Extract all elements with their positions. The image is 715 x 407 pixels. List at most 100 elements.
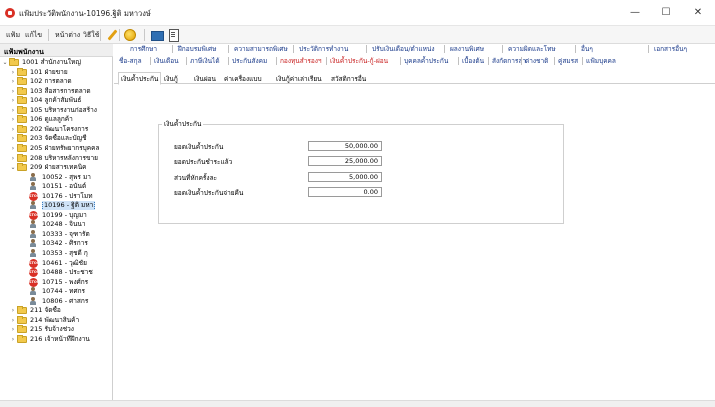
tab-row1-item[interactable]: ความสามารถพิเศษ xyxy=(234,44,288,54)
tab-row1-item[interactable]: ประวัติการทำงาน xyxy=(299,44,348,54)
tree-node[interactable]: › 216 เจ้าหน้าที่ฝึกงาน xyxy=(0,334,113,344)
chevron-right-icon[interactable]: › xyxy=(10,68,16,77)
tab-row1-item[interactable]: ฝึกอบรมพิเศษ xyxy=(178,44,216,54)
tree-node[interactable]: › 102 การตลาด xyxy=(0,77,113,86)
subtab-item[interactable]: สวัสดิการอื่น xyxy=(329,73,368,84)
folder-icon xyxy=(17,306,27,315)
tab-row2-item[interactable]: เงินค้ำประกัน-กู้-ผ่อน xyxy=(330,56,388,66)
chevron-right-icon[interactable]: › xyxy=(10,134,16,143)
tab-row1-item[interactable]: เอกสารอื่นๆ xyxy=(654,44,687,54)
tree-node[interactable]: › 103 สื่อสารการตลาด xyxy=(0,86,113,96)
tree-node[interactable]: STOP 10461 - วุฒิชัย xyxy=(0,258,113,268)
chevron-right-icon[interactable]: › xyxy=(10,144,16,153)
tree-node[interactable]: STOP 10488 - ประชาช xyxy=(0,268,113,278)
chevron-down-icon[interactable]: ⌄ xyxy=(2,58,8,67)
tree-node[interactable]: › 208 บริหารหลังการขาย xyxy=(0,153,113,163)
tree-node[interactable]: ⌄ 1001 สำนักงานใหญ่ xyxy=(0,58,113,67)
edit-pencil-icon[interactable] xyxy=(106,29,118,41)
subtab-item[interactable]: ค่าเครื่องแบบ xyxy=(222,73,264,84)
subtab-item[interactable]: เงินกู้ค่าเล่าเรียน xyxy=(274,73,324,84)
tree-node[interactable]: › 205 ฝ่ายทรัพยากรบุคคล xyxy=(0,143,113,153)
menu-window[interactable]: หน้าต่าง xyxy=(55,30,80,41)
minimize-button[interactable]: — xyxy=(624,4,646,22)
tab-row1-item[interactable]: การศึกษา xyxy=(130,44,157,54)
maximize-button[interactable]: ☐ xyxy=(655,4,677,22)
tab-row2-item[interactable]: ภาษีเงินได้ xyxy=(190,56,220,66)
tree-node[interactable]: › 214 พัฒนาสินค้า xyxy=(0,315,113,325)
guarantee-amount-field[interactable]: 50,000.00 xyxy=(308,141,382,151)
guarantee-amount-label: ยอดเงินค้ำประกัน xyxy=(174,143,224,151)
menu-file[interactable]: แฟ้ม xyxy=(6,30,20,41)
tab-row1-item[interactable]: ความผิดและโทษ xyxy=(508,44,556,54)
tab-row2-item[interactable]: กองทุนสำรองฯ xyxy=(280,56,322,66)
person-icon xyxy=(29,201,37,210)
tree-node[interactable]: 10342 - ศิรการ xyxy=(0,239,113,248)
chevron-right-icon[interactable]: › xyxy=(10,316,16,325)
guarantee-paid-field[interactable]: 25,000.00 xyxy=(308,156,382,166)
tree-node[interactable]: › 203 จัดซื้อและบัญชี xyxy=(0,134,113,143)
tree-node[interactable]: 10333 - จุฑารัต xyxy=(0,229,113,239)
tab-row1-item[interactable]: ปรับเงินเดือน/ตำแหน่ง xyxy=(372,44,435,54)
person-icon xyxy=(29,172,37,182)
tree-node[interactable]: › 211 จัดซื้อ xyxy=(0,306,113,315)
tree-node[interactable]: STOP 10199 - บุญมา xyxy=(0,210,113,220)
monitor-icon[interactable] xyxy=(151,29,164,41)
tree-node[interactable]: ⌄ 209 ฝ่ายสารเทคนิค xyxy=(0,163,113,172)
subtab-item[interactable]: เงินค้ำประกัน xyxy=(118,72,162,85)
subtab-item[interactable]: เงินผ่อน xyxy=(192,73,218,84)
stop-icon: STOP xyxy=(29,191,39,201)
chevron-right-icon[interactable]: › xyxy=(10,335,16,344)
chevron-right-icon[interactable]: › xyxy=(10,96,16,105)
tree-node[interactable]: › 202 พัฒนาโครงการ xyxy=(0,124,113,134)
guarantee-refund-field[interactable]: 0.00 xyxy=(308,187,382,197)
tree-node[interactable]: 10196 - ฐิติ มหา xyxy=(0,201,113,211)
chevron-right-icon[interactable]: › xyxy=(10,77,16,86)
chevron-right-icon[interactable]: › xyxy=(10,106,16,115)
tree-node[interactable]: 10744 - ทศกร xyxy=(0,287,113,296)
tree-node[interactable]: › 104 ลูกค้าสัมพันธ์ xyxy=(0,96,113,105)
tab-row2-item[interactable]: แฟ้มบุคคล xyxy=(586,56,616,66)
toolbar-separator xyxy=(100,29,101,41)
tree-node[interactable]: 10353 - สุชดี กุ xyxy=(0,249,113,258)
chevron-right-icon[interactable]: › xyxy=(10,306,16,315)
tab-row2-item[interactable]: ประกันสังคม xyxy=(232,56,267,66)
tab-row2-item[interactable]: เงินเดือน xyxy=(154,56,179,66)
chevron-right-icon[interactable]: › xyxy=(10,154,16,163)
tree-node[interactable]: › 215 รับจ้างช่วง xyxy=(0,325,113,334)
document-icon[interactable] xyxy=(167,29,179,42)
menu-edit[interactable]: แก้ไข xyxy=(25,30,42,41)
close-button[interactable]: ✕ xyxy=(687,4,709,22)
tree-node[interactable]: › 105 บริหารงานก่อสร้าง xyxy=(0,105,113,115)
tab-row2-item[interactable]: คู่สมรส xyxy=(558,56,578,66)
tab-row2-item[interactable]: ต่างชาติ xyxy=(525,56,548,66)
tree-node[interactable]: 10806 - ศาสกร xyxy=(0,296,113,306)
tree-node-label: 216 เจ้าหน้าที่ฝึกงาน xyxy=(30,334,90,343)
tree-node[interactable]: 10248 - จินนา xyxy=(0,220,113,229)
folder-icon xyxy=(17,163,27,172)
tab-row1-item[interactable]: อื่นๆ xyxy=(581,44,593,54)
chevron-down-icon[interactable]: ⌄ xyxy=(10,163,16,172)
folder-icon xyxy=(17,124,27,133)
tab-separator xyxy=(326,57,327,65)
chevron-right-icon[interactable]: › xyxy=(10,325,16,334)
subtab-item[interactable]: เงินกู้ xyxy=(162,73,180,84)
tree-node[interactable]: › 106 ดูแลลูกค้า xyxy=(0,115,113,124)
tab-separator xyxy=(582,57,583,65)
tab-row2-item[interactable]: ชื่อ-สกุล xyxy=(119,56,142,66)
refresh-circle-icon[interactable] xyxy=(124,29,136,41)
tab-row2-item[interactable]: เบื้องต้น xyxy=(462,56,484,66)
tree-node[interactable]: › 101 ฝ่ายขาย xyxy=(0,67,113,77)
tree-node-label: 104 ลูกค้าสัมพันธ์ xyxy=(30,96,82,105)
horizontal-scrollbar[interactable] xyxy=(0,400,715,407)
tree-node[interactable]: 10151 - อนันต์ xyxy=(0,182,113,191)
chevron-right-icon[interactable]: › xyxy=(10,115,16,124)
tab-row1-item[interactable]: ผลงานพิเศษ xyxy=(450,44,484,54)
chevron-right-icon[interactable]: › xyxy=(10,125,16,134)
chevron-right-icon[interactable]: › xyxy=(10,87,16,96)
menu-help[interactable]: วิธีใช้ xyxy=(83,30,99,41)
tree-node[interactable]: 10052 - สุพร มา xyxy=(0,172,113,182)
tree-node[interactable]: STOP 10715 - พงศ์กร xyxy=(0,277,113,287)
deduction-per-time-field[interactable]: 5,000.00 xyxy=(308,172,382,182)
tree-node[interactable]: STOP 10176 - ปราโมท xyxy=(0,191,113,201)
tab-row2-item[interactable]: บุคคลค้ำประกัน xyxy=(404,56,448,66)
